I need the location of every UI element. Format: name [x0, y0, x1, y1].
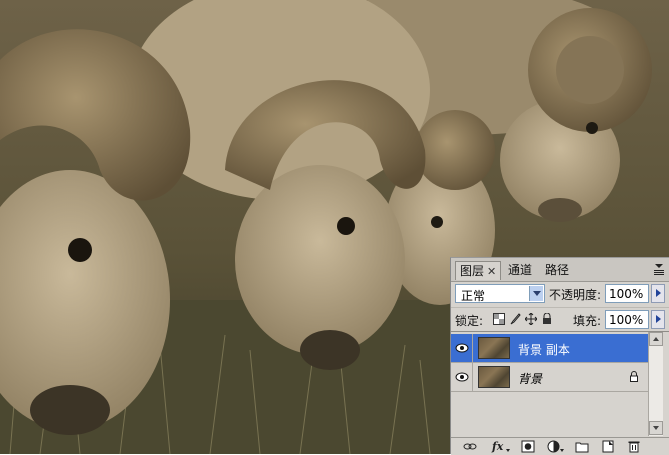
link-layers-icon[interactable] [463, 440, 477, 453]
new-layer-icon[interactable] [601, 440, 615, 453]
scroll-up-button[interactable] [649, 332, 663, 346]
layer-style-fx-icon[interactable]: fx [491, 440, 511, 453]
lock-transparency-icon[interactable] [493, 313, 505, 325]
tab-channels[interactable]: 通道 [504, 261, 536, 280]
lock-position-move-icon[interactable] [525, 313, 537, 325]
layer-thumbnail [478, 366, 510, 388]
layer-name[interactable]: 背景 [518, 370, 542, 387]
delete-layer-icon[interactable] [627, 440, 641, 453]
opacity-slider-button[interactable] [651, 284, 665, 303]
fill-label: 填充: [573, 314, 602, 328]
layer-row-background-copy[interactable]: 背景 副本 [451, 334, 648, 363]
panel-tab-bar: 图层 ✕ 通道 路径 [451, 258, 669, 282]
adjustment-layer-icon[interactable] [547, 440, 565, 453]
tab-paths[interactable]: 路径 [541, 261, 573, 280]
close-icon[interactable]: ✕ [487, 265, 496, 278]
layers-list: 背景 副本 背景 [451, 331, 669, 437]
visibility-toggle[interactable] [452, 363, 473, 391]
new-group-icon[interactable] [575, 440, 589, 453]
tab-paths-label: 路径 [545, 263, 570, 277]
tab-channels-label: 通道 [508, 263, 533, 277]
blend-mode-select[interactable]: 正常 [455, 284, 545, 303]
panel-bottom-toolbar: fx [451, 437, 669, 455]
layers-panel: 图层 ✕ 通道 路径 正常 不透明度: 100% 锁定: 填充: 100% 背景… [450, 257, 669, 455]
lock-label: 锁定: [455, 314, 484, 328]
blend-opacity-row: 正常 不透明度: 100% [451, 281, 669, 307]
lock-icon [630, 371, 638, 382]
tab-layers-label: 图层 [460, 264, 485, 278]
layers-scrollbar[interactable] [648, 332, 663, 436]
chevron-up-icon [653, 337, 659, 341]
layer-row-background[interactable]: 背景 [451, 363, 648, 392]
lock-pixels-brush-icon[interactable] [509, 313, 521, 325]
layer-thumbnail [478, 337, 510, 359]
eye-icon [455, 372, 469, 382]
eye-icon [455, 343, 469, 353]
opacity-label: 不透明度: [549, 288, 602, 302]
visibility-toggle[interactable] [452, 334, 473, 362]
fill-input[interactable]: 100% [605, 310, 649, 329]
opacity-input[interactable]: 100% [605, 284, 649, 303]
svg-text:fx: fx [491, 440, 504, 453]
fill-slider-button[interactable] [651, 310, 665, 329]
blend-mode-value: 正常 [461, 289, 486, 303]
add-mask-icon[interactable] [521, 440, 535, 453]
chevron-down-icon [653, 426, 659, 430]
lock-fill-row: 锁定: 填充: 100% [451, 307, 669, 331]
chevron-down-icon[interactable] [529, 286, 543, 301]
scroll-down-button[interactable] [649, 421, 663, 435]
lock-all-icon[interactable] [541, 313, 553, 325]
panel-menu-icon[interactable] [654, 263, 664, 275]
tab-layers[interactable]: 图层 ✕ [455, 261, 502, 280]
layer-name[interactable]: 背景 副本 [518, 341, 570, 358]
